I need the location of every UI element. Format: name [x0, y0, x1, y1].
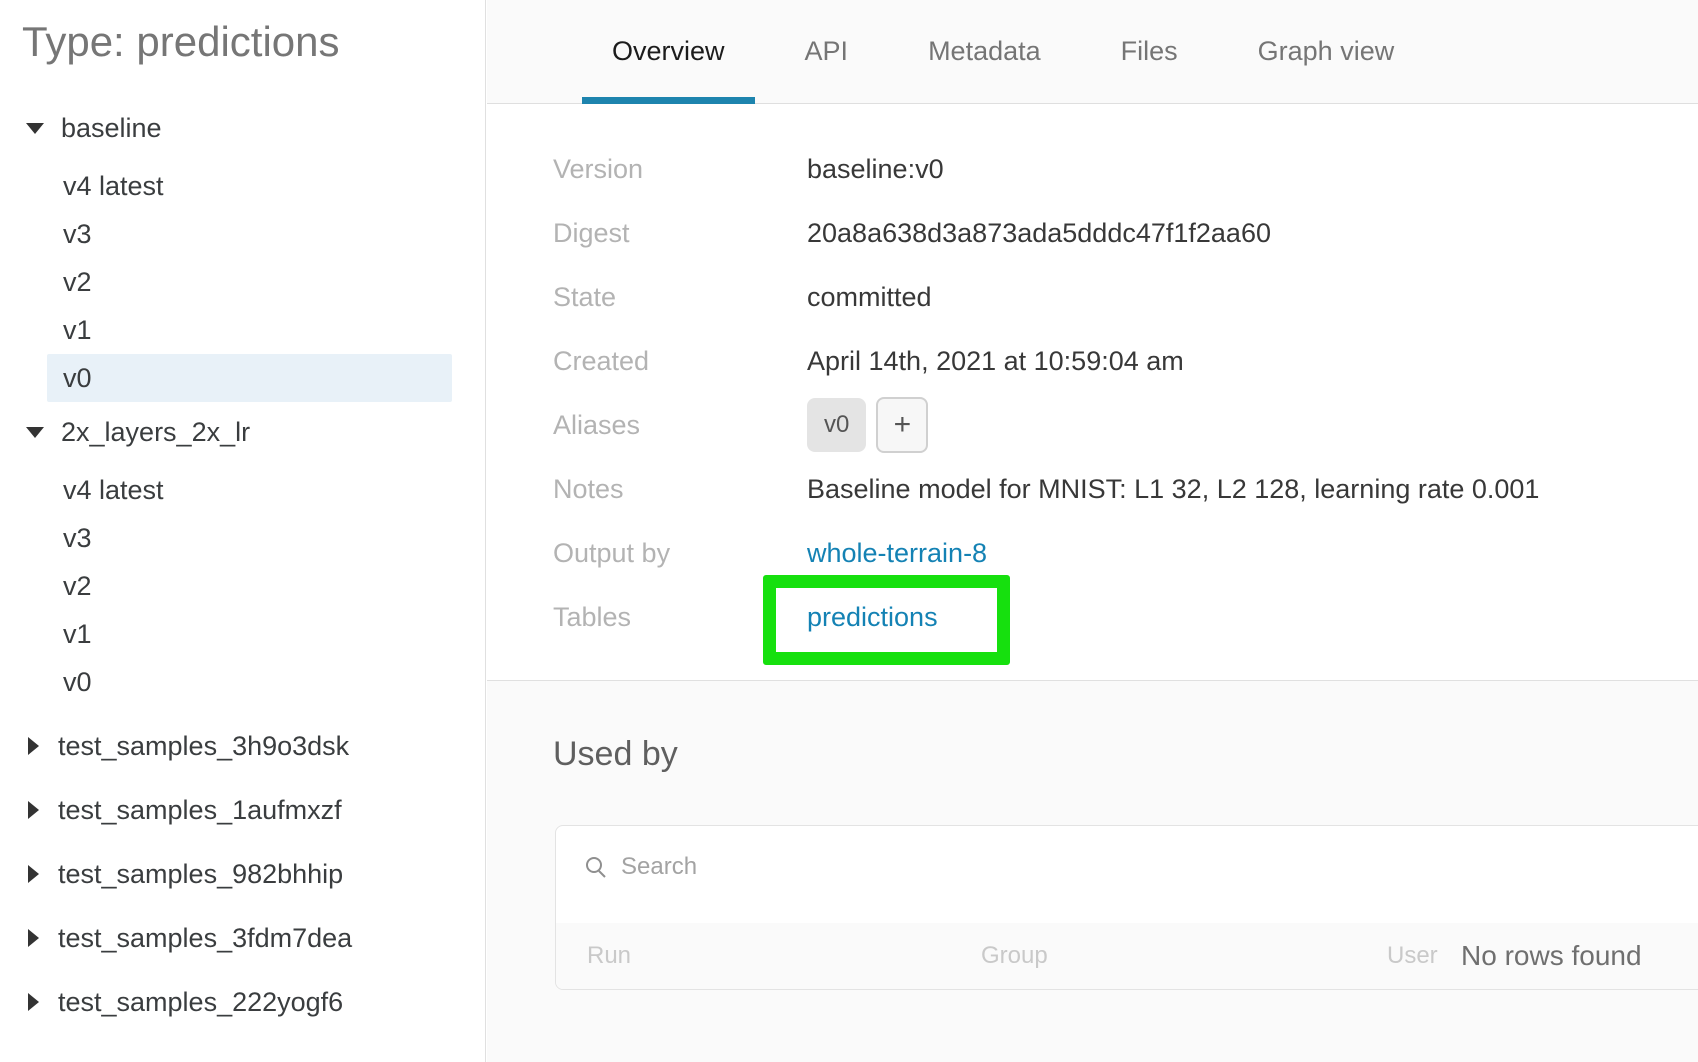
tree-group-row-test-samples-982bhhip[interactable]: test_samples_982bhhip: [0, 842, 485, 906]
column-header-run: Run: [587, 942, 632, 969]
tree-group-row-test-samples-3fdm7dea[interactable]: test_samples_3fdm7dea: [0, 906, 485, 970]
chevron-right-icon[interactable]: [28, 929, 39, 947]
tree-group-row-test-samples-1aufmxzf[interactable]: test_samples_1aufmxzf: [0, 778, 485, 842]
field-row-state: State committed: [553, 265, 1668, 329]
tab-api[interactable]: API: [775, 0, 879, 103]
artifact-detail-panel: Overview API Metadata Files Graph view V…: [487, 0, 1698, 1062]
artifact-sidebar: Type: predictions baseline v4 latest v3 …: [0, 0, 486, 1062]
output-by-run-link[interactable]: whole-terrain-8: [807, 538, 987, 569]
tree-group-baseline: baseline v4 latest v3 v2 v1 v0: [0, 106, 485, 402]
tree-group-row-baseline[interactable]: baseline: [0, 106, 485, 150]
field-label: Aliases: [553, 409, 641, 440]
used-by-section: Used by Run Group User No rows found: [487, 680, 1698, 1062]
field-row-aliases: Aliases v0 +: [553, 393, 1668, 457]
tree-version-v3[interactable]: v3: [47, 210, 452, 258]
field-label: Digest: [553, 217, 630, 248]
chevron-right-icon[interactable]: [28, 993, 39, 1011]
artifact-tree: baseline v4 latest v3 v2 v1 v0 2x_layers…: [0, 106, 485, 1034]
add-alias-button[interactable]: +: [876, 397, 929, 453]
used-by-table-card: Run Group User No rows found: [555, 825, 1698, 990]
field-row-output-by: Output by whole-terrain-8: [553, 521, 1668, 585]
chevron-down-icon[interactable]: [26, 122, 44, 134]
state-value: committed: [807, 281, 932, 312]
tree-version-v0[interactable]: v0: [47, 658, 452, 706]
version-value: baseline:v0: [807, 153, 944, 184]
tree-group-row-test-samples-222yogf6[interactable]: test_samples_222yogf6: [0, 970, 485, 1034]
chevron-right-icon[interactable]: [28, 737, 39, 755]
tree-group-label: test_samples_3h9o3dsk: [58, 730, 350, 761]
version-list: v4 latest v3 v2 v1 v0: [0, 162, 485, 402]
field-row-notes: Notes Baseline model for MNIST: L1 32, L…: [553, 457, 1668, 521]
tree-version-v2[interactable]: v2: [47, 562, 452, 610]
tree-version-v3[interactable]: v3: [47, 514, 452, 562]
field-label: Version: [553, 153, 644, 184]
tree-version-v4[interactable]: v4 latest: [47, 162, 452, 210]
tree-version-v1[interactable]: v1: [47, 306, 452, 354]
tree-group-row-2x-layers[interactable]: 2x_layers_2x_lr: [0, 410, 485, 454]
chevron-right-icon[interactable]: [28, 801, 39, 819]
tree-group-label: test_samples_222yogf6: [58, 986, 344, 1017]
tree-version-v2[interactable]: v2: [47, 258, 452, 306]
tab-bar: Overview API Metadata Files Graph view: [487, 0, 1698, 104]
tab-graph-view[interactable]: Graph view: [1228, 0, 1425, 103]
tree-group-label: test_samples_1aufmxzf: [58, 794, 342, 825]
field-row-version: Version baseline:v0: [553, 137, 1668, 201]
used-by-heading: Used by: [553, 735, 678, 773]
tree-group-row-test-samples-3h9o3dsk[interactable]: test_samples_3h9o3dsk: [0, 714, 485, 778]
used-by-table-header: Run Group User No rows found: [556, 923, 1698, 989]
tree-group-label: test_samples_982bhhip: [58, 858, 344, 889]
tree-version-v0-selected[interactable]: v0: [47, 354, 452, 402]
chevron-right-icon[interactable]: [28, 865, 39, 883]
tree-group-label: 2x_layers_2x_lr: [61, 416, 251, 447]
search-row: [556, 826, 1698, 908]
tab-metadata[interactable]: Metadata: [898, 0, 1071, 103]
digest-value: 20a8a638d3a873ada5dddc47f1f2aa60: [807, 217, 1271, 248]
aliases-value: v0 +: [807, 397, 929, 453]
field-row-digest: Digest 20a8a638d3a873ada5dddc47f1f2aa60: [553, 201, 1668, 265]
tree-version-v4[interactable]: v4 latest: [47, 466, 452, 514]
tree-group-2x-layers: 2x_layers_2x_lr v4 latest v3 v2 v1 v0: [0, 410, 485, 706]
created-value: April 14th, 2021 at 10:59:04 am: [807, 345, 1184, 376]
tree-version-v1[interactable]: v1: [47, 610, 452, 658]
tab-overview[interactable]: Overview: [582, 0, 755, 104]
field-label: Tables: [553, 601, 632, 632]
alias-chip-v0: v0: [807, 398, 867, 452]
predictions-table-link[interactable]: predictions: [807, 602, 938, 633]
column-header-group: Group: [981, 942, 1048, 969]
field-row-created: Created April 14th, 2021 at 10:59:04 am: [553, 329, 1668, 393]
search-input[interactable]: [619, 852, 1043, 882]
field-label: State: [553, 281, 617, 312]
field-label: Output by: [553, 537, 671, 568]
sidebar-title: Type: predictions: [22, 18, 340, 65]
tab-files[interactable]: Files: [1091, 0, 1208, 103]
artifact-page: Type: predictions baseline v4 latest v3 …: [0, 0, 1698, 1062]
tree-group-label: baseline: [61, 112, 162, 143]
tree-group-label: test_samples_3fdm7dea: [58, 922, 353, 953]
field-label: Notes: [553, 473, 624, 504]
column-header-user: User: [1387, 942, 1438, 969]
field-row-tables: Tables predictions: [553, 585, 1668, 649]
version-list: v4 latest v3 v2 v1 v0: [0, 466, 485, 706]
search-icon: [586, 857, 606, 878]
notes-value: Baseline model for MNIST: L1 32, L2 128,…: [807, 473, 1540, 504]
overview-panel: Version baseline:v0 Digest 20a8a638d3a87…: [553, 137, 1668, 649]
empty-state-message: No rows found: [1461, 940, 1642, 971]
field-label: Created: [553, 345, 650, 376]
chevron-down-icon[interactable]: [26, 426, 44, 438]
